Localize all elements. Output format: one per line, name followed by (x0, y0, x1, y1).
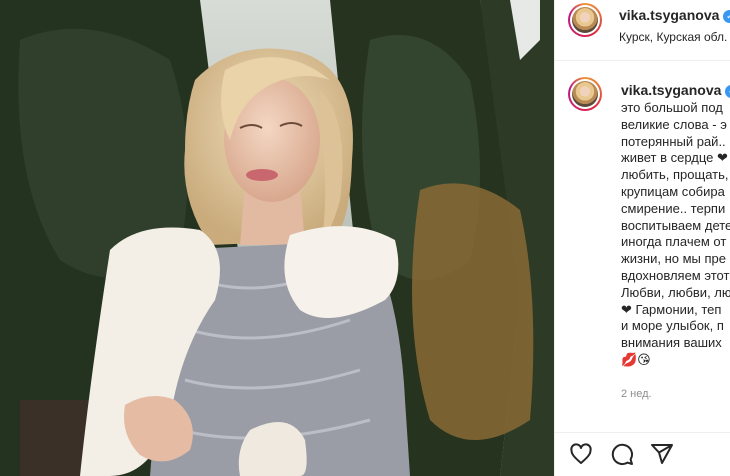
caption-line: воспитываем дете (621, 217, 730, 233)
caption-username[interactable]: vika.tsyganova ✓ (621, 82, 730, 98)
comment-icon[interactable] (610, 442, 636, 468)
share-icon[interactable] (650, 442, 676, 468)
caption-line: Любви, любви, лю (621, 284, 730, 300)
caption-line: живет в сердце ❤ (621, 150, 728, 166)
caption-line: смирение.. терпи (621, 200, 726, 216)
post-actions (555, 440, 730, 470)
verified-badge-icon: ✓ (725, 85, 730, 98)
caption-line: потерянный рай.. (621, 133, 726, 149)
avatar-border (570, 5, 600, 35)
caption-line: крупицам собира (621, 183, 725, 199)
post-side-panel: vika.tsyganova ✓ Курск, Курская обл. vika… (554, 0, 730, 476)
caption-line: это большой под (621, 100, 723, 115)
post-timestamp[interactable]: 2 нед. (621, 388, 652, 400)
caption-line: великие слова - э (621, 116, 727, 132)
post-photo[interactable] (0, 0, 554, 476)
caption-avatar[interactable] (568, 77, 602, 111)
author-username-text[interactable]: vika.tsyganova (619, 7, 719, 23)
actions-divider (555, 432, 730, 433)
avatar-image (572, 7, 598, 33)
share-icon-svg (651, 444, 673, 464)
caption-line: и море улыбок, п (621, 318, 724, 334)
verified-badge-icon: ✓ (723, 10, 730, 23)
heart-icon[interactable] (569, 442, 595, 468)
author-avatar[interactable] (568, 3, 602, 37)
post-header: vika.tsyganova ✓ Курск, Курская обл. (555, 0, 730, 61)
caption-line: любить, прощать, (621, 167, 729, 183)
heart-icon-svg (570, 443, 592, 464)
caption-line: ❤ Гармонии, теп (621, 301, 722, 317)
caption-username-text[interactable]: vika.tsyganova (621, 82, 721, 98)
post-location[interactable]: Курск, Курская обл. (619, 30, 727, 44)
caption-avatar-image (572, 81, 598, 107)
caption-line: иногда плачем от (621, 234, 727, 250)
caption-line: 💋😘 (621, 351, 651, 367)
author-username[interactable]: vika.tsyganova ✓ (619, 7, 730, 23)
caption-line: жизни, но мы пре (621, 251, 726, 267)
comment-icon-svg (611, 443, 633, 465)
post-photo-image (0, 0, 554, 476)
caption-text: это большой под великие слова - э потеря… (621, 100, 730, 369)
caption-avatar-border (570, 79, 600, 109)
caption-line: внимания ваших (621, 335, 722, 351)
caption-line: вдохновляем этот (621, 267, 730, 283)
